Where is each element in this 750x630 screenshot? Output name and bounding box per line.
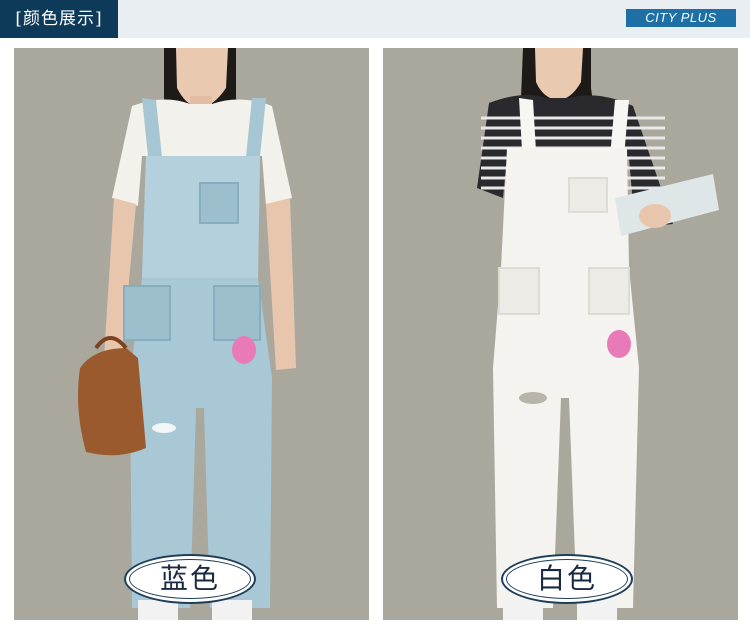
brand-logo: CITY PLUS: [626, 9, 736, 27]
color-label-text: 白色: [536, 562, 597, 595]
header-bar: [颜色展示] CITY PLUS: [0, 0, 750, 38]
section-title: [颜色展示]: [0, 0, 118, 38]
color-label-text: 蓝色: [159, 562, 220, 595]
color-label-blue: 蓝色: [124, 554, 256, 604]
photo-white-overalls: [383, 48, 738, 620]
product-panel-blue: 蓝色: [14, 48, 369, 620]
product-panel-white: 白色: [383, 48, 738, 620]
photo-blue-overalls: [14, 48, 369, 620]
color-label-white: 白色: [501, 554, 633, 604]
